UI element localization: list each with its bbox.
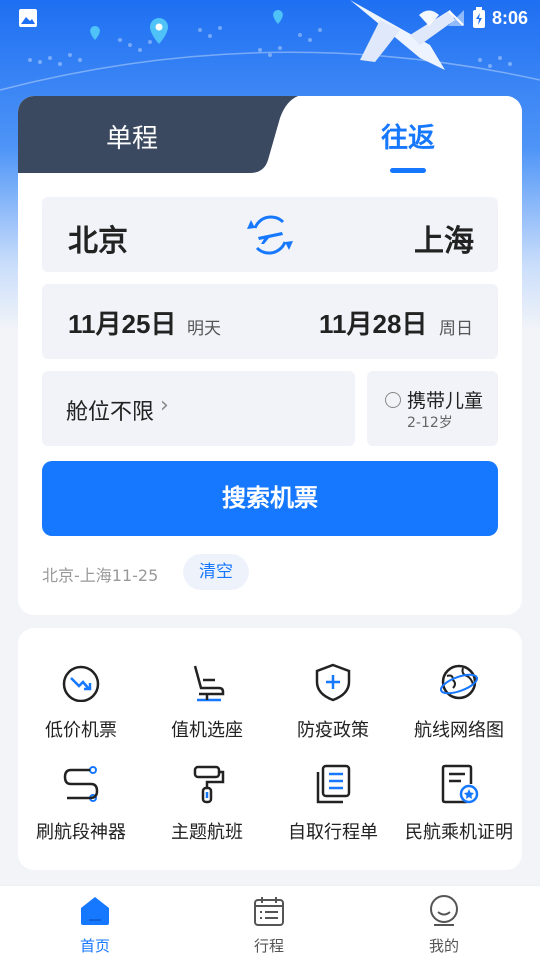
nav-label: 我的 [428, 937, 459, 955]
roller-icon [193, 765, 225, 804]
flight-search-card: 单程 往返 北京 上海 11月25日 明天 11月28日 周日 舱位不限 › 携… [18, 96, 522, 615]
seat-icon [193, 665, 225, 702]
globe-icon [439, 664, 479, 700]
service-label: 低价机票 [45, 720, 117, 741]
service-low-price[interactable]: 低价机票 [18, 658, 144, 758]
status-bar: 8:06 [0, 0, 540, 36]
shield-plus-icon [315, 663, 351, 702]
tab-oneway[interactable]: 单程 [106, 118, 158, 155]
service-label: 主题航班 [171, 822, 243, 843]
nav-label: 首页 [79, 937, 110, 955]
arrival-city[interactable]: 上海 [414, 216, 474, 260]
gallery-icon [19, 9, 37, 27]
service-label: 航线网络图 [414, 720, 504, 741]
itinerary-icon [316, 764, 351, 804]
search-flights-button[interactable]: 搜索机票 [42, 461, 498, 536]
departure-date-note: 明天 [187, 319, 221, 339]
service-route-tool[interactable]: 刷航段神器 [18, 760, 144, 860]
calendar-list-icon [254, 897, 284, 926]
service-epidemic-policy[interactable]: 防疫政策 [270, 658, 396, 758]
service-label: 自取行程单 [288, 822, 378, 843]
service-certificate[interactable]: 民航乘机证明 [396, 760, 522, 860]
tab-roundtrip[interactable]: 往返 [381, 116, 435, 155]
services-grid: 低价机票 值机选座 防疫政策 航线网络图 刷航段神器 主题航班 自取行程单 民航… [18, 628, 522, 870]
bottom-navigation: 首页 行程 我的 [0, 885, 540, 960]
date-selector[interactable]: 11月25日 明天 11月28日 周日 [42, 284, 498, 359]
cabin-class-selector[interactable]: 舱位不限 › [42, 371, 355, 446]
service-route-map[interactable]: 航线网络图 [396, 658, 522, 758]
departure-date[interactable]: 11月25日 [68, 304, 176, 341]
route-selector: 北京 上海 [42, 197, 498, 272]
battery-charging-icon [472, 7, 485, 28]
route-icon [63, 766, 99, 802]
child-radio-button[interactable] [385, 392, 401, 408]
cabin-class-label: 舱位不限 [66, 400, 155, 425]
wifi-icon [418, 10, 439, 26]
return-date-note: 周日 [439, 319, 473, 339]
tab-active-indicator [390, 168, 426, 173]
certificate-icon [441, 764, 479, 804]
service-seat[interactable]: 值机选座 [144, 658, 270, 758]
low-price-icon [62, 665, 100, 702]
clear-history-button[interactable]: 清空 [183, 554, 249, 590]
service-label: 值机选座 [171, 720, 243, 741]
child-label: 携带儿童 [407, 390, 484, 412]
return-date[interactable]: 11月28日 [319, 304, 427, 341]
service-theme-flight[interactable]: 主题航班 [144, 760, 270, 860]
smiley-icon [430, 895, 458, 926]
chevron-right-icon: › [160, 393, 169, 418]
home-icon [81, 897, 109, 925]
nav-home[interactable]: 首页 [35, 886, 155, 960]
search-history-item[interactable]: 北京-上海11-25 [42, 562, 158, 586]
service-label: 刷航段神器 [36, 822, 126, 843]
child-toggle[interactable]: 携带儿童 2-12岁 [367, 371, 498, 446]
nav-trips[interactable]: 行程 [209, 886, 329, 960]
service-label: 民航乘机证明 [405, 822, 513, 843]
departure-city[interactable]: 北京 [68, 216, 128, 260]
swap-cities-icon[interactable] [245, 210, 295, 260]
nav-label: 行程 [253, 937, 284, 955]
child-age-range: 2-12岁 [407, 415, 453, 431]
service-itinerary[interactable]: 自取行程单 [270, 760, 396, 860]
signal-off-icon [447, 10, 464, 26]
service-label: 防疫政策 [297, 720, 369, 741]
status-time: 8:06 [491, 7, 528, 28]
nav-profile[interactable]: 我的 [384, 886, 504, 960]
